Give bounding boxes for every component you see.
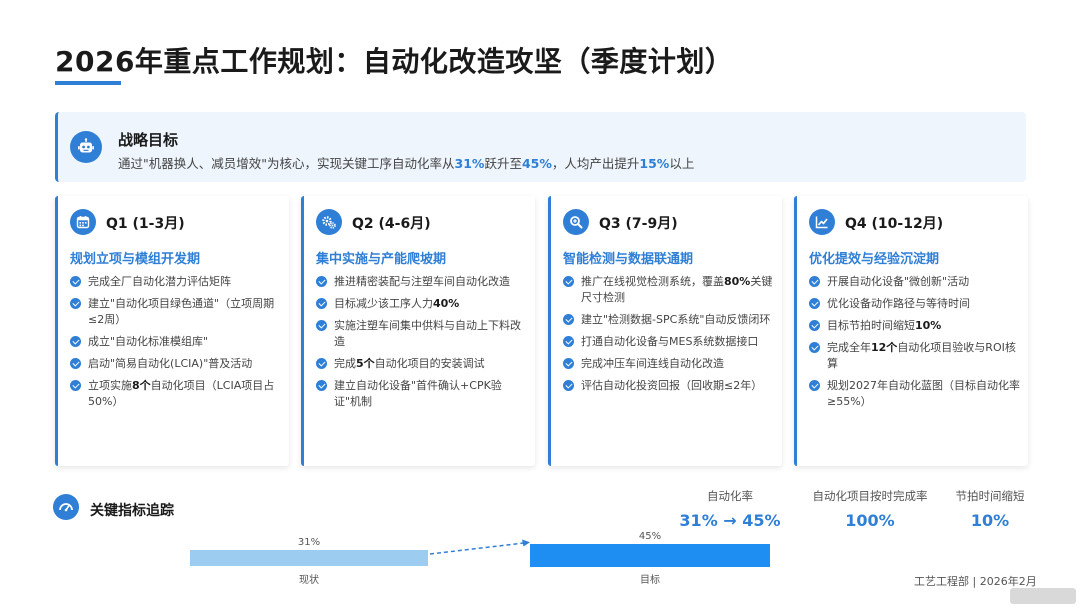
check-circle-icon (563, 276, 574, 287)
robot-icon (70, 131, 102, 163)
title-underline (55, 81, 121, 85)
bar-target-value: 45% (638, 531, 662, 542)
check-circle-icon (563, 336, 574, 347)
quarter-label: Q3 (7-9月) (599, 216, 678, 232)
list-item: 目标节拍时间缩短10% (809, 318, 1021, 334)
list-item: 打通自动化设备与MES系统数据接口 (563, 334, 775, 350)
list-item: 实施注塑车间集中供料与自动上下料改造 (316, 318, 528, 350)
check-circle-icon (70, 358, 81, 369)
bar-current-label: 现状 (299, 575, 319, 586)
metric-on-time-rate: 自动化项目按时完成率 100% (800, 488, 940, 530)
task-list: 开展自动化设备"微创新"活动 优化设备动作路径与等待时间 目标节拍时间缩短10%… (809, 274, 1021, 416)
trend-chart-icon (809, 209, 835, 235)
metric-label: 节拍时间缩短 (955, 489, 1025, 503)
gauge-icon (53, 494, 79, 520)
quarter-label: Q2 (4-6月) (352, 216, 431, 232)
page-title: 2026年重点工作规划：自动化改造攻坚（季度计划） (55, 45, 734, 78)
list-item: 建立自动化设备"首件确认+CPK验证"机制 (316, 378, 528, 410)
quarter-label: Q1 (1-3月) (106, 216, 185, 232)
metric-value: 100% (845, 511, 895, 530)
quarter-subtitle: 优化提效与经验沉淀期 (809, 252, 940, 267)
check-circle-icon (563, 314, 574, 325)
metric-automation-rate: 自动化率 31% → 45% (660, 488, 800, 530)
check-circle-icon (316, 276, 327, 287)
metric-cycle-time: 节拍时间缩短 10% (940, 488, 1040, 530)
quarter-subtitle: 智能检测与数据联通期 (563, 252, 694, 267)
check-circle-icon (809, 342, 820, 353)
strategy-banner: 战略目标 通过"机器换人、减员增效"为核心，实现关键工序自动化率从31%跃升至4… (55, 112, 1026, 182)
check-circle-icon (70, 336, 81, 347)
gears-icon (316, 209, 342, 235)
check-circle-icon (70, 298, 81, 309)
bar-current (190, 550, 428, 566)
check-circle-icon (809, 380, 820, 391)
list-item: 评估自动化投资回报（回收期≤2年） (563, 378, 775, 394)
footer-text: 工艺工程部 | 2026年2月 (914, 575, 1037, 588)
check-circle-icon (70, 276, 81, 287)
check-circle-icon (70, 380, 81, 391)
list-item: 优化设备动作路径与等待时间 (809, 296, 1021, 312)
check-circle-icon (563, 380, 574, 391)
list-item: 完成5个自动化项目的安装调试 (316, 356, 528, 372)
magnifier-icon (563, 209, 589, 235)
metric-label: 自动化项目按时完成率 (812, 489, 928, 503)
bar-target (530, 544, 770, 567)
task-list: 推广在线视觉检测系统，覆盖80%关键尺寸检测 建立"检测数据-SPC系统"自动反… (563, 274, 775, 400)
quarter-label: Q4 (10-12月) (845, 216, 944, 232)
calendar-icon (70, 209, 96, 235)
list-item: 目标减少该工序人力40% (316, 296, 528, 312)
corner-overlay (1010, 588, 1076, 604)
kpi-heading: 关键指标追踪 (90, 503, 174, 519)
list-item: 立项实施8个自动化项目（LCIA项目占50%） (70, 378, 282, 410)
list-item: 开展自动化设备"微创新"活动 (809, 274, 1021, 290)
list-item: 完成冲压车间连线自动化改造 (563, 356, 775, 372)
strategy-heading: 战略目标 (118, 131, 179, 149)
list-item: 完成全年12个自动化项目验收与ROI核算 (809, 340, 1021, 372)
quarter-card-q1: Q1 (1-3月) 规划立项与模组开发期 完成全厂自动化潜力评估矩阵 建立"自动… (55, 196, 289, 466)
list-item: 完成全厂自动化潜力评估矩阵 (70, 274, 282, 290)
list-item: 建立"自动化项目绿色通道"（立项周期≤2周） (70, 296, 282, 328)
check-circle-icon (563, 358, 574, 369)
metric-label: 自动化率 (707, 489, 753, 503)
quarter-card-q4: Q4 (10-12月) 优化提效与经验沉淀期 开展自动化设备"微创新"活动 优化… (794, 196, 1028, 466)
quarter-subtitle: 集中实施与产能爬坡期 (316, 252, 447, 267)
check-circle-icon (809, 298, 820, 309)
task-list: 推进精密装配与注塑车间自动化改造 目标减少该工序人力40% 实施注塑车间集中供料… (316, 274, 528, 416)
dashed-arrow-icon (429, 539, 530, 555)
list-item: 规划2027年自动化蓝图（目标自动化率≥55%） (809, 378, 1021, 410)
bar-target-label: 目标 (640, 575, 660, 586)
list-item: 推广在线视觉检测系统，覆盖80%关键尺寸检测 (563, 274, 775, 306)
quarter-card-q2: Q2 (4-6月) 集中实施与产能爬坡期 推进精密装配与注塑车间自动化改造 目标… (301, 196, 535, 466)
quarter-card-q3: Q3 (7-9月) 智能检测与数据联通期 推广在线视觉检测系统，覆盖80%关键尺… (548, 196, 782, 466)
list-item: 启动"简易自动化(LCIA)"普及活动 (70, 356, 282, 372)
check-circle-icon (316, 320, 327, 331)
check-circle-icon (316, 380, 327, 391)
metric-value: 31% → 45% (679, 511, 781, 530)
quarter-subtitle: 规划立项与模组开发期 (70, 252, 201, 267)
check-circle-icon (316, 298, 327, 309)
bar-current-value: 31% (297, 537, 321, 548)
strategy-description: 通过"机器换人、减员增效"为核心，实现关键工序自动化率从31%跃升至45%，人均… (118, 156, 695, 171)
list-item: 建立"检测数据-SPC系统"自动反馈闭环 (563, 312, 775, 328)
metric-value: 10% (970, 511, 1010, 530)
task-list: 完成全厂自动化潜力评估矩阵 建立"自动化项目绿色通道"（立项周期≤2周） 成立"… (70, 274, 282, 416)
list-item: 成立"自动化标准模组库" (70, 334, 282, 350)
check-circle-icon (809, 276, 820, 287)
check-circle-icon (316, 358, 327, 369)
check-circle-icon (809, 320, 820, 331)
list-item: 推进精密装配与注塑车间自动化改造 (316, 274, 528, 290)
